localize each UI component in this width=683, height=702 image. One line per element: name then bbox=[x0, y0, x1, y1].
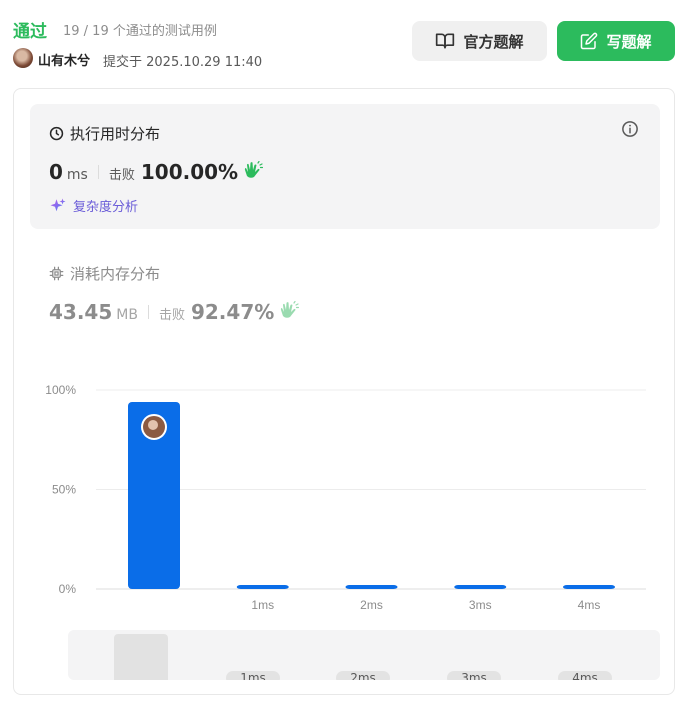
bar[interactable] bbox=[454, 585, 507, 589]
x-tick-label: 4ms bbox=[578, 598, 601, 612]
scroller-label: 2ms bbox=[336, 671, 390, 680]
x-tick-label: 3ms bbox=[469, 598, 492, 612]
range-handle[interactable] bbox=[114, 634, 168, 680]
submission-header: 通过 19 / 19 个通过的测试用例 山有木兮 提交于 2025.10.29 … bbox=[0, 0, 683, 80]
x-tick-label: 2ms bbox=[360, 598, 383, 612]
username-link[interactable]: 山有木兮 bbox=[38, 50, 90, 69]
chart-range-scroller[interactable]: 1ms 2ms 3ms 4ms bbox=[68, 630, 660, 680]
scroller-label: 3ms bbox=[447, 671, 501, 680]
tests-passed-text: 19 / 19 个通过的测试用例 bbox=[63, 24, 217, 39]
user-avatar[interactable] bbox=[13, 48, 33, 68]
book-open-icon bbox=[436, 33, 455, 49]
bar[interactable] bbox=[345, 585, 398, 589]
bar[interactable] bbox=[563, 585, 615, 589]
official-solution-label: 官方题解 bbox=[463, 32, 524, 51]
official-solution-button[interactable]: 官方题解 bbox=[412, 21, 547, 61]
scroller-label: 1ms bbox=[226, 671, 280, 680]
avatar-marker-face bbox=[148, 419, 158, 430]
result-card: 执行用时分布 0 ms 击败 100.00% 复杂度分析 消耗内存分布 43.4… bbox=[13, 88, 675, 695]
y-tick-label: 50% bbox=[52, 483, 76, 497]
bar[interactable] bbox=[236, 585, 289, 589]
distribution-chart[interactable]: 100% 50% 0% 1ms 2ms 3ms 4ms bbox=[14, 89, 674, 619]
write-solution-button[interactable]: 写题解 bbox=[557, 21, 675, 61]
write-solution-label: 写题解 bbox=[606, 32, 652, 51]
y-tick-label: 0% bbox=[59, 582, 77, 596]
edit-icon bbox=[581, 32, 598, 50]
scroller-label: 4ms bbox=[558, 671, 612, 680]
x-tick-label: 1ms bbox=[251, 598, 274, 612]
submitted-time: 提交于 2025.10.29 11:40 bbox=[103, 55, 263, 70]
y-tick-label: 100% bbox=[45, 383, 76, 397]
status-label: 通过 bbox=[13, 22, 47, 42]
